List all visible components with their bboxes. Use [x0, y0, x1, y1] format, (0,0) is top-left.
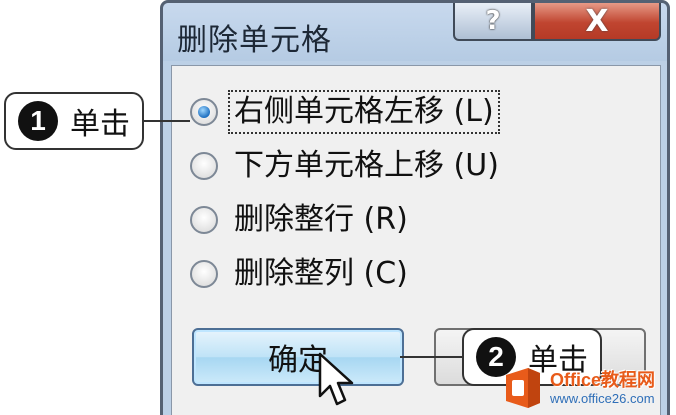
watermark: Office教程网 www.office26.com — [500, 360, 676, 415]
radio-shift-left[interactable] — [190, 98, 218, 126]
mouse-cursor-icon — [318, 352, 354, 406]
watermark-url: www.office26.com — [550, 390, 655, 406]
option-entire-column[interactable]: 删除整列 (C) — [190, 252, 412, 296]
callout-1-leader-line — [144, 120, 190, 122]
option-label-shift-up: 下方单元格上移 (U) — [234, 148, 499, 183]
callout-1-text: 单击 — [70, 107, 130, 142]
radio-entire-column[interactable] — [190, 260, 218, 288]
callout-2-leader-line — [400, 356, 462, 358]
callout-1-number: 1 — [18, 101, 58, 141]
dialog-title: 删除单元格 — [177, 23, 332, 58]
help-button[interactable]: ? — [453, 3, 533, 41]
option-label-shift-left: 右侧单元格左移 (L) — [228, 90, 500, 134]
option-label-entire-row: 删除整行 (R) — [234, 202, 408, 237]
radio-entire-row[interactable] — [190, 206, 218, 234]
office-logo-icon — [506, 367, 540, 408]
title-bar: 删除单元格 ? X — [163, 3, 667, 61]
option-shift-left[interactable]: 右侧单元格左移 (L) — [190, 90, 500, 134]
option-shift-up[interactable]: 下方单元格上移 (U) — [190, 144, 503, 188]
close-icon: X — [585, 3, 609, 39]
ok-button[interactable]: 确定 — [192, 328, 404, 386]
help-icon: ? — [485, 6, 501, 36]
radio-shift-up[interactable] — [190, 152, 218, 180]
watermark-brand: Office教程网 — [550, 369, 656, 390]
callout-1: 1 单击 — [4, 92, 144, 150]
option-label-entire-column: 删除整列 (C) — [234, 256, 408, 291]
close-button[interactable]: X — [533, 3, 661, 41]
option-entire-row[interactable]: 删除整行 (R) — [190, 198, 412, 242]
screenshot-stage: 删除单元格 ? X 右侧单元格左移 (L) 下方单元格上移 (U) 删除整行 (… — [0, 0, 676, 415]
